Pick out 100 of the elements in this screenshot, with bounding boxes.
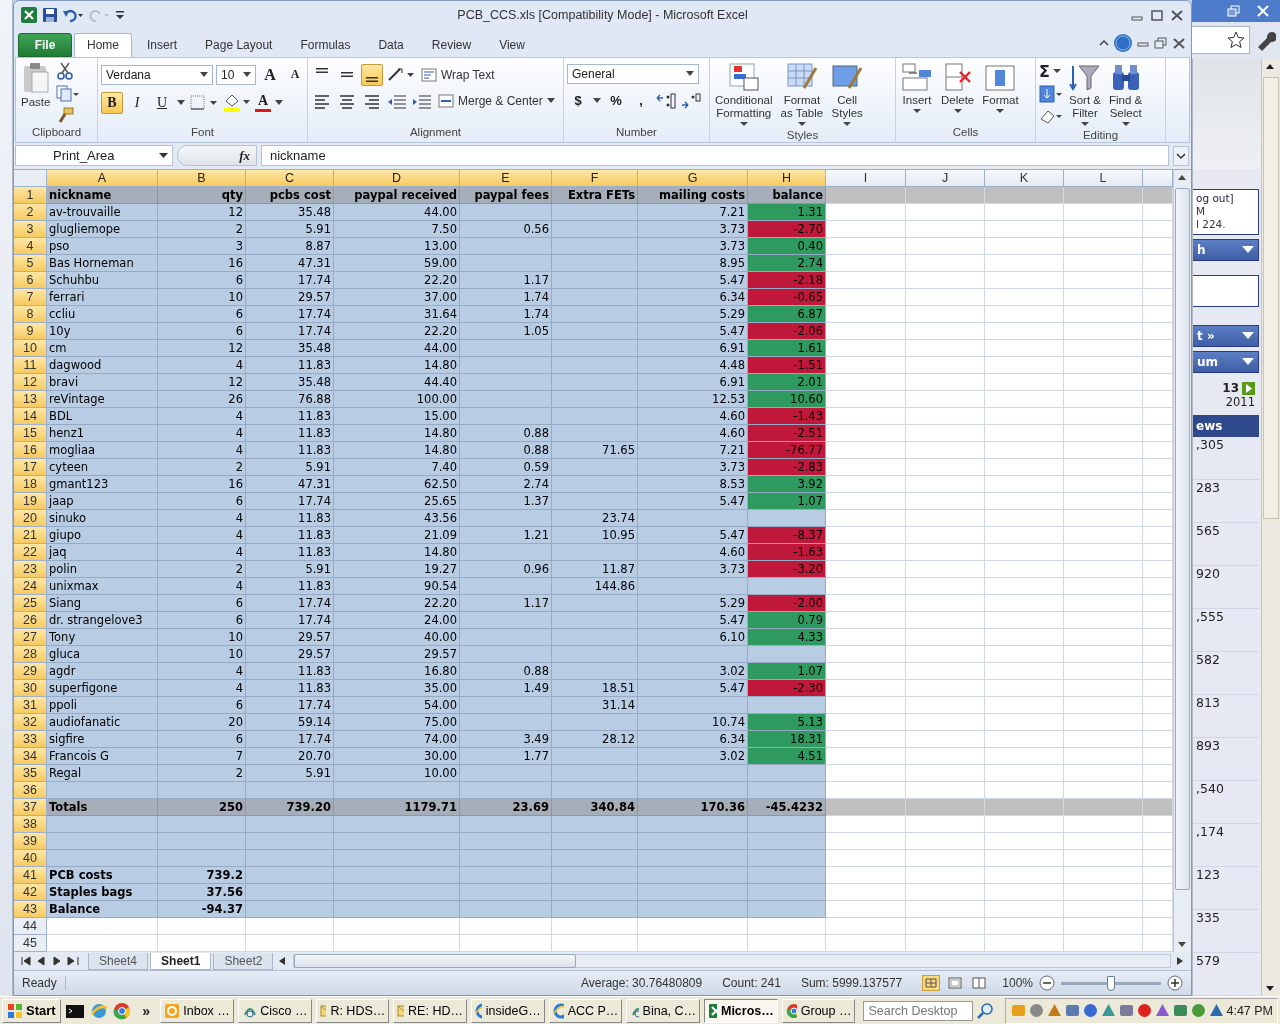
zoom-out-icon[interactable]	[1039, 975, 1055, 992]
row-number[interactable]: 11	[14, 357, 47, 375]
row-number[interactable]: 10	[14, 340, 47, 358]
maximize-icon[interactable]	[1149, 8, 1165, 23]
row-number[interactable]: 39	[14, 833, 47, 851]
column-header[interactable]: H	[748, 170, 826, 188]
column-header[interactable]: F	[552, 170, 638, 188]
fill-bucket-icon[interactable]	[222, 92, 252, 113]
row-number[interactable]: 38	[14, 816, 47, 834]
shrink-font-button[interactable]: A	[284, 63, 306, 86]
row-number[interactable]: 30	[14, 680, 47, 698]
row-number[interactable]: 2	[14, 204, 47, 222]
row-number[interactable]: 41	[14, 867, 47, 885]
scrollbar-thumb[interactable]	[294, 954, 577, 969]
browser-icon[interactable]	[112, 1001, 133, 1020]
style-button[interactable]: Format as Table	[778, 59, 826, 129]
merge-center-button[interactable]: Merge & Center	[436, 93, 557, 108]
number-format-dropdown[interactable]: General	[567, 63, 699, 84]
cells-button[interactable]: Delete	[939, 59, 977, 116]
cells-button[interactable]: Insert	[899, 59, 935, 116]
column-header[interactable]: I	[826, 170, 906, 188]
row-number[interactable]: 31	[14, 697, 47, 715]
italic-button[interactable]: I	[126, 91, 148, 114]
tray-icon[interactable]	[1172, 1002, 1190, 1019]
column-header[interactable]: L	[1064, 170, 1143, 188]
row-number[interactable]: 7	[14, 289, 47, 307]
row-number[interactable]: 19	[14, 493, 47, 511]
copy-icon[interactable]	[56, 83, 81, 102]
search-field[interactable]: Search Desktop	[863, 1000, 974, 1021]
scissors-icon[interactable]	[56, 61, 75, 80]
taskbar-button[interactable]: Cisco …	[237, 998, 312, 1023]
row-number[interactable]: 21	[14, 527, 47, 545]
horizontal-scrollbar[interactable]	[293, 954, 1171, 969]
row-number[interactable]: 17	[14, 459, 47, 477]
row-number[interactable]: 23	[14, 561, 47, 579]
sheet-tab[interactable]: Sheet2	[213, 952, 274, 970]
row-number[interactable]: 13	[14, 391, 47, 409]
autosum-button[interactable]: Σ	[1039, 61, 1050, 81]
tray-icon[interactable]	[1064, 1002, 1082, 1019]
menu-button[interactable]: t »	[1193, 325, 1259, 347]
close-icon[interactable]	[1169, 8, 1185, 23]
row-number[interactable]: 5	[14, 255, 47, 273]
grow-font-button[interactable]: A	[259, 63, 281, 86]
tray-icon[interactable]	[1154, 1002, 1172, 1019]
row-number[interactable]: 42	[14, 884, 47, 902]
ribbon-tab[interactable]: View	[486, 32, 538, 57]
more-button[interactable]: »	[136, 1002, 157, 1019]
row-number[interactable]: 34	[14, 748, 47, 766]
column-header[interactable]: B	[158, 170, 246, 188]
file-tab[interactable]: File	[18, 32, 72, 57]
increase-decimal-icon[interactable]	[655, 91, 677, 110]
column-header[interactable]: G	[638, 170, 748, 188]
style-button[interactable]: Conditional Formatting	[713, 59, 775, 129]
restore-icon[interactable]	[1153, 36, 1169, 51]
vertical-scrollbar[interactable]	[1173, 170, 1191, 953]
row-number[interactable]: 40	[14, 850, 47, 868]
row-number[interactable]: 22	[14, 544, 47, 562]
paintbrush-icon[interactable]	[56, 105, 75, 124]
tray-icon[interactable]	[1046, 1002, 1064, 1019]
row-number[interactable]: 1	[14, 187, 47, 205]
row-number[interactable]: 25	[14, 595, 47, 613]
row-number[interactable]: 6	[14, 272, 47, 290]
caret-icon[interactable]	[274, 99, 285, 106]
row-number[interactable]: 4	[14, 238, 47, 256]
taskbar-button[interactable]: Bina, C…	[626, 998, 701, 1023]
insert-function-button[interactable]: fx	[239, 147, 250, 164]
tray-icon[interactable]	[1136, 1002, 1154, 1019]
bold-button[interactable]: B	[101, 91, 123, 114]
sheet-tab[interactable]: Sheet1	[150, 952, 212, 970]
row-number[interactable]: 28	[14, 646, 47, 664]
caret-icon[interactable]	[1052, 68, 1061, 74]
row-number[interactable]: 35	[14, 765, 47, 783]
scrollbar-thumb[interactable]	[1175, 188, 1190, 891]
address-field[interactable]	[1192, 26, 1250, 55]
taskbar-button[interactable]: Micros…	[704, 998, 778, 1023]
row-number[interactable]: 8	[14, 306, 47, 324]
scrollbar-thumb[interactable]	[1263, 77, 1279, 519]
column-header[interactable]: J	[906, 170, 985, 188]
editing-button[interactable]: Find & Select	[1107, 59, 1145, 129]
borders-icon[interactable]	[189, 93, 219, 112]
row-number[interactable]: 45	[14, 935, 47, 953]
zoom-slider-thumb[interactable]	[1107, 975, 1115, 991]
column-header[interactable]: A	[47, 170, 158, 188]
taskbar-button[interactable]: Group …	[781, 998, 856, 1023]
expand-caret-icon[interactable]	[1173, 145, 1189, 166]
undo-icon[interactable]	[62, 7, 84, 24]
taskbar-button[interactable]: insideG…	[470, 998, 545, 1023]
star-icon[interactable]	[1227, 31, 1245, 50]
row-number[interactable]: 18	[14, 476, 47, 494]
cells-button[interactable]: Format	[980, 59, 1021, 116]
tray-icon[interactable]	[1190, 1002, 1208, 1019]
taskbar-button[interactable]: RE: HD…	[393, 998, 467, 1023]
caret-icon[interactable]	[176, 99, 186, 106]
ribbon-tab[interactable]: Review	[418, 32, 485, 57]
fill-down-icon[interactable]	[1039, 84, 1063, 103]
row-number[interactable]: 44	[14, 918, 47, 936]
page-break-view-icon[interactable]	[970, 975, 989, 992]
row-number[interactable]: 32	[14, 714, 47, 732]
zoom-in-icon[interactable]	[1167, 975, 1183, 992]
row-number[interactable]: 9	[14, 323, 47, 341]
